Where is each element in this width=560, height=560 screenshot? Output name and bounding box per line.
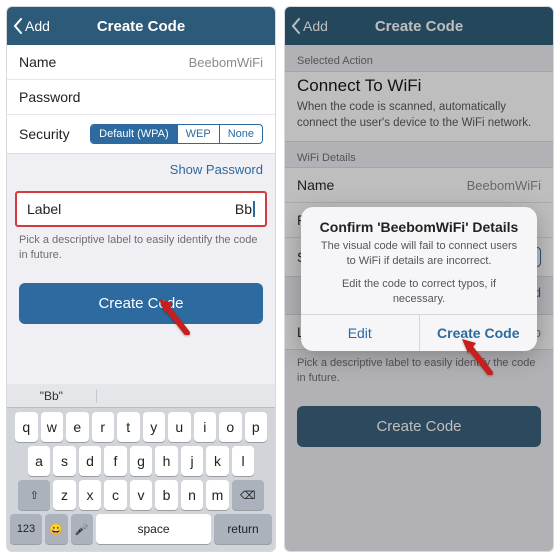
delete-key[interactable]: ⌫ (232, 480, 264, 510)
key-k[interactable]: k (206, 446, 229, 476)
key-w[interactable]: w (41, 412, 64, 442)
key-y[interactable]: y (143, 412, 166, 442)
label-input[interactable]: Label Bb (15, 191, 267, 227)
shift-key[interactable]: ⇧ (18, 480, 50, 510)
alert-title: Confirm 'BeebomWiFi' Details (315, 219, 523, 235)
mic-key[interactable]: 🎤 (71, 514, 94, 544)
row-label: Password (19, 89, 80, 105)
row-label: Security (19, 126, 70, 142)
numkey[interactable]: 123 (10, 514, 42, 544)
seg-wep[interactable]: WEP (177, 125, 219, 143)
row-name[interactable]: Name BeebomWiFi (7, 44, 275, 80)
key-row-3: ⇧ z x c v b n m ⌫ (10, 480, 272, 510)
key-a[interactable]: a (28, 446, 51, 476)
row-value: BeebomWiFi (189, 55, 263, 70)
key-o[interactable]: o (219, 412, 242, 442)
row-password[interactable]: Password (7, 79, 275, 115)
key-p[interactable]: p (245, 412, 268, 442)
show-password-link[interactable]: Show Password (7, 154, 275, 185)
key-row-4: 123 😀 🎤 space return (10, 514, 272, 544)
prediction-bar[interactable]: "Bb" (7, 384, 275, 408)
key-z[interactable]: z (53, 480, 76, 510)
key-f[interactable]: f (104, 446, 127, 476)
create-code-button[interactable]: Create Code (19, 283, 263, 324)
key-u[interactable]: u (168, 412, 191, 442)
back-label: Add (25, 18, 50, 34)
key-l[interactable]: l (232, 446, 255, 476)
key-c[interactable]: c (104, 480, 127, 510)
confirm-alert: Confirm 'BeebomWiFi' Details The visual … (301, 207, 537, 351)
key-q[interactable]: q (15, 412, 38, 442)
key-i[interactable]: i (194, 412, 217, 442)
key-x[interactable]: x (79, 480, 102, 510)
key-row-2: a s d f g h j k l (10, 446, 272, 476)
key-s[interactable]: s (53, 446, 76, 476)
keyboard[interactable]: "Bb" q w e r t y u i o p a s d f g h j k… (7, 384, 275, 551)
emoji-key[interactable]: 😀 (45, 514, 68, 544)
alert-buttons: Edit Create Code (301, 314, 537, 351)
wifi-rows: Name BeebomWiFi Password Security Defaul… (7, 44, 275, 154)
left-screen: Add Create Code Name BeebomWiFi Password… (6, 6, 276, 552)
seg-default[interactable]: Default (WPA) (91, 125, 176, 143)
prediction[interactable]: "Bb" (7, 389, 97, 403)
alert-edit-button[interactable]: Edit (301, 315, 420, 351)
alert-line2: Edit the code to correct typos, if neces… (317, 277, 521, 307)
key-e[interactable]: e (66, 412, 89, 442)
seg-none[interactable]: None (219, 125, 262, 143)
page-title: Create Code (97, 18, 185, 35)
key-m[interactable]: m (206, 480, 229, 510)
security-segmented[interactable]: Default (WPA) WEP None (90, 124, 263, 144)
chevron-left-icon (13, 18, 23, 34)
alert-line1: The visual code will fail to connect use… (317, 239, 521, 269)
right-screen: Add Create Code Selected Action Connect … (284, 6, 554, 552)
return-key[interactable]: return (214, 514, 272, 544)
row-label: Name (19, 54, 56, 70)
key-t[interactable]: t (117, 412, 140, 442)
back-button[interactable]: Add (13, 18, 50, 34)
space-key[interactable]: space (96, 514, 211, 544)
key-row-1: q w e r t y u i o p (10, 412, 272, 442)
key-b[interactable]: b (155, 480, 178, 510)
key-r[interactable]: r (92, 412, 115, 442)
key-n[interactable]: n (181, 480, 204, 510)
navbar: Add Create Code (7, 7, 275, 45)
key-d[interactable]: d (79, 446, 102, 476)
key-h[interactable]: h (155, 446, 178, 476)
label-hint: Pick a descriptive label to easily ident… (7, 227, 275, 275)
row-security: Security Default (WPA) WEP None (7, 114, 275, 154)
key-g[interactable]: g (130, 446, 153, 476)
key-v[interactable]: v (130, 480, 153, 510)
alert-create-button[interactable]: Create Code (420, 315, 538, 351)
label-field-value: Bb (235, 201, 255, 217)
key-j[interactable]: j (181, 446, 204, 476)
label-field-label: Label (27, 201, 61, 217)
